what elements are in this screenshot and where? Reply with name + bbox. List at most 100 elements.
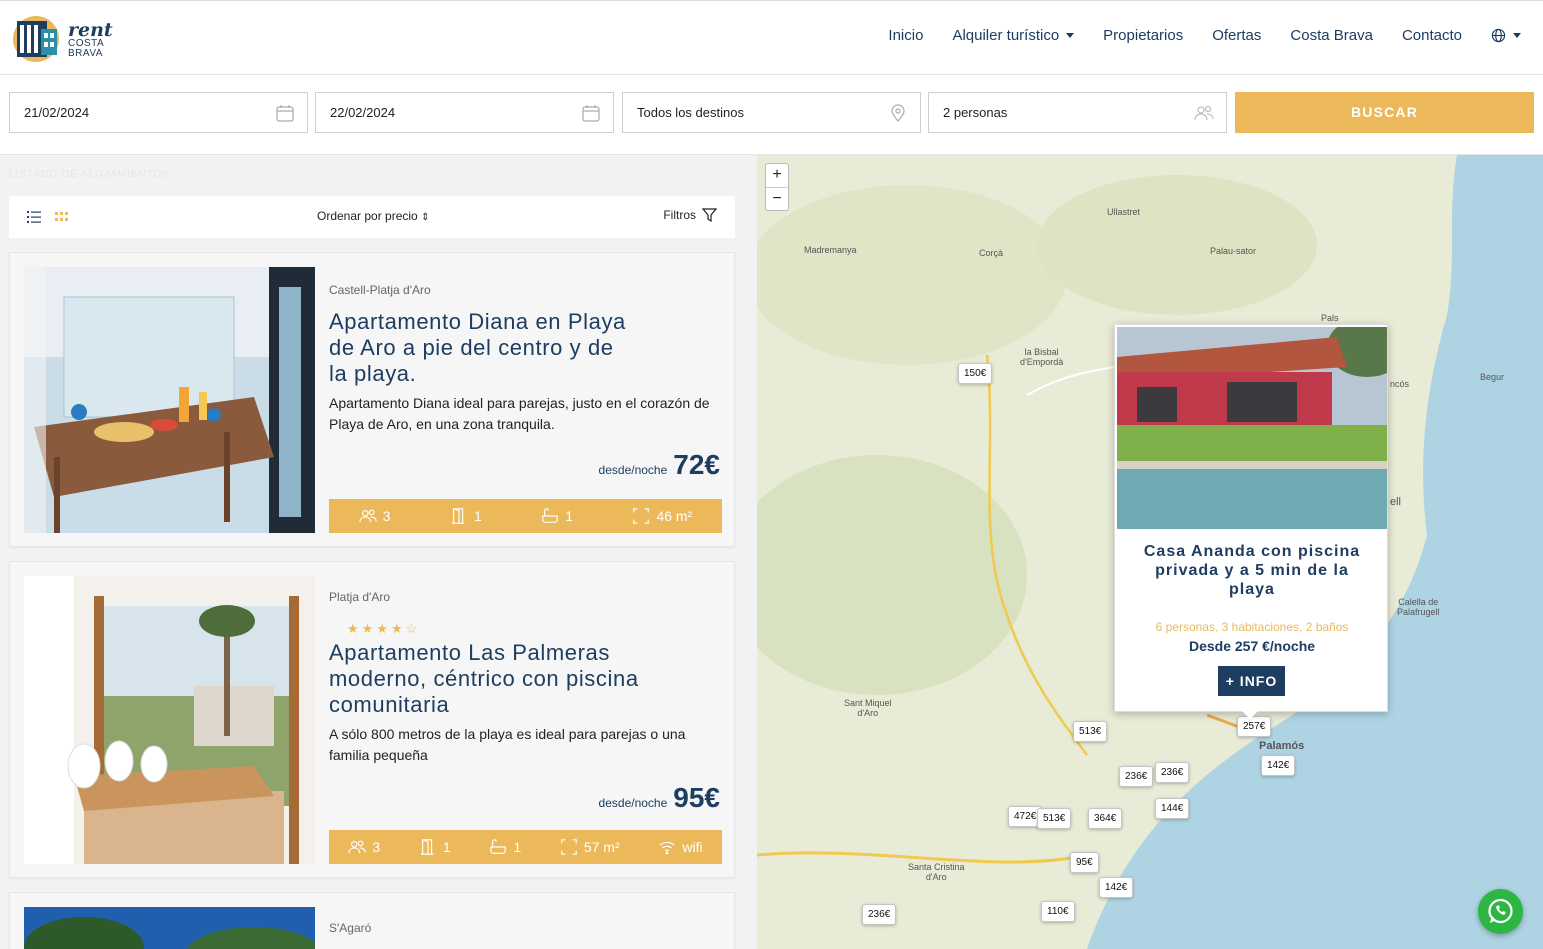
logo-subtitle: COSTA BRAVA [68,38,105,59]
whatsapp-button[interactable] [1478,889,1523,934]
feature-guests: 3 [348,838,380,856]
area-icon [561,839,577,855]
map-property-popup: Casa Ananda con piscina privada y a 5 mi… [1114,324,1388,719]
sort-by-price[interactable]: Ordenar por precio ⇕ [317,209,429,223]
price-marker[interactable]: 257€ [1237,716,1272,737]
map-label: Palau-sator [1210,246,1257,256]
nav-inicio[interactable]: Inicio [888,27,923,44]
listing-card[interactable]: S'Agaró [9,892,735,949]
popup-details: 6 personas, 3 habitaciones, 2 baños [1155,620,1349,634]
destination-select[interactable]: Todos los destinos [622,92,921,133]
nav-alquiler-turistico[interactable]: Alquiler turístico [952,27,1075,44]
whatsapp-icon [1488,898,1513,924]
price-marker[interactable]: 364€ [1088,808,1123,829]
price-marker[interactable]: 110€ [1041,901,1075,922]
listing-description: A sólo 800 metros de la playa es ideal p… [329,726,686,763]
map-label: Ullastret [1107,207,1141,217]
bathtub-icon [490,839,507,854]
price-marker[interactable]: 236€ [1119,766,1154,787]
nav-costa-brava[interactable]: Costa Brava [1290,27,1373,44]
listing-card[interactable]: Platja d'Aro ★★★★☆ Apartamento Las Palme… [9,561,735,878]
map-label: Palamós [1259,740,1305,752]
checkout-date-field[interactable]: 22/02/2024 [315,92,614,133]
main-nav: Inicio Alquiler turístico Propietarios O… [859,27,1521,44]
feature-rooms: 1 [419,838,451,856]
feature-baths: 1 [489,838,521,856]
list-view-icon[interactable] [26,209,42,225]
location-pin-icon [891,104,905,122]
listing-card[interactable]: Castell-Platja d'Aro Apartamento Diana e… [9,252,735,547]
search-bar: 21/02/2024 22/02/2024 Todos los destinos… [0,75,1543,155]
listing-features: 3 1 1 46 m² [329,499,722,533]
listing-location: Platja d'Aro [329,590,390,604]
chevron-down-icon [1066,33,1075,38]
listing-price: desde/noche 72€ [598,449,720,480]
people-icon [359,509,377,523]
listing-photo[interactable] [24,576,315,864]
grid-view-icon[interactable] [54,209,70,225]
calendar-icon [276,105,294,122]
people-icon [1194,105,1214,121]
listing-description: Apartamento Diana ideal para parejas, ju… [329,395,710,432]
price-marker[interactable]: 513€ [1073,721,1108,742]
door-icon [420,839,434,855]
nav-propietarios[interactable]: Propietarios [1103,27,1183,44]
price-marker[interactable]: 142€ [1261,755,1296,776]
feature-wifi: wifi [658,838,703,856]
feature-area: 46 m² [632,507,692,525]
people-icon [348,840,367,854]
door-icon [451,508,465,524]
search-button[interactable]: BUSCAR [1235,92,1534,133]
zoom-in-button[interactable]: + [766,164,788,187]
price-marker[interactable]: 95€ [1070,852,1099,873]
map-label: ell [1390,496,1402,508]
listing-heading: LISTADO DE ALOJAMIENTOS [9,169,170,180]
map-label: Begur [1480,372,1505,382]
site-logo[interactable]: rent COSTA BRAVA [12,15,113,63]
map-label: Santa Cristina d'Aro [908,862,965,882]
listing-features: 3 1 1 57 m² wifi [329,830,722,864]
filters-button[interactable]: Filtros [663,208,717,222]
listing-location: Castell-Platja d'Aro [329,283,431,297]
price-marker[interactable]: 142€ [1099,877,1134,898]
map-label: Corçà [979,248,1004,258]
popup-info-button[interactable]: + INFO [1218,666,1285,696]
map-label: Sant Miquel d'Aro [844,698,892,718]
zoom-out-button[interactable]: − [766,187,788,210]
listing-title[interactable]: Apartamento Diana en Playa de Aro a pie … [329,309,629,387]
map-label: Pals [1321,313,1339,323]
listing-toolbar: Ordenar por precio ⇕ Filtros [9,196,735,238]
popup-photo[interactable] [1117,327,1387,529]
feature-area: 57 m² [560,838,620,856]
listing-title[interactable]: Apartamento Las Palmeras moderno, céntri… [329,640,669,718]
listing-photo[interactable] [24,907,315,949]
price-marker[interactable]: 144€ [1155,798,1190,819]
area-icon [633,508,650,524]
feature-baths: 1 [541,507,573,525]
price-marker[interactable]: 236€ [1155,762,1190,783]
chevron-down-icon [1513,33,1521,38]
results-map[interactable]: + − Ullastret Madremanya Corçà Palau-sat… [757,155,1543,949]
checkin-date-field[interactable]: 21/02/2024 [9,92,308,133]
nav-contacto[interactable]: Contacto [1402,27,1462,44]
guests-select[interactable]: 2 personas [928,92,1227,133]
popup-pointer [1242,711,1258,719]
popup-title[interactable]: Casa Ananda con piscina privada y a 5 mi… [1135,542,1369,599]
logo-icon [13,16,59,62]
map-zoom-controls: + − [765,163,789,211]
price-marker[interactable]: 236€ [862,904,897,925]
price-marker[interactable]: 150€ [958,363,993,384]
price-marker[interactable]: 513€ [1037,808,1072,829]
map-label: la Bisbal d'Empordà [1020,347,1064,367]
map-label: ncós [1390,379,1410,389]
feature-guests: 3 [359,507,391,525]
nav-ofertas[interactable]: Ofertas [1212,27,1261,44]
listing-location: S'Agaró [329,921,372,935]
popup-price: Desde 257 €/noche [1188,638,1316,654]
language-selector[interactable] [1491,27,1521,44]
wifi-icon [659,841,675,855]
sort-icon: ⇕ [421,212,430,223]
map-label: Calella de Palafrugell [1397,597,1440,617]
map-label: Madremanya [804,245,857,255]
listing-photo[interactable] [24,267,315,533]
